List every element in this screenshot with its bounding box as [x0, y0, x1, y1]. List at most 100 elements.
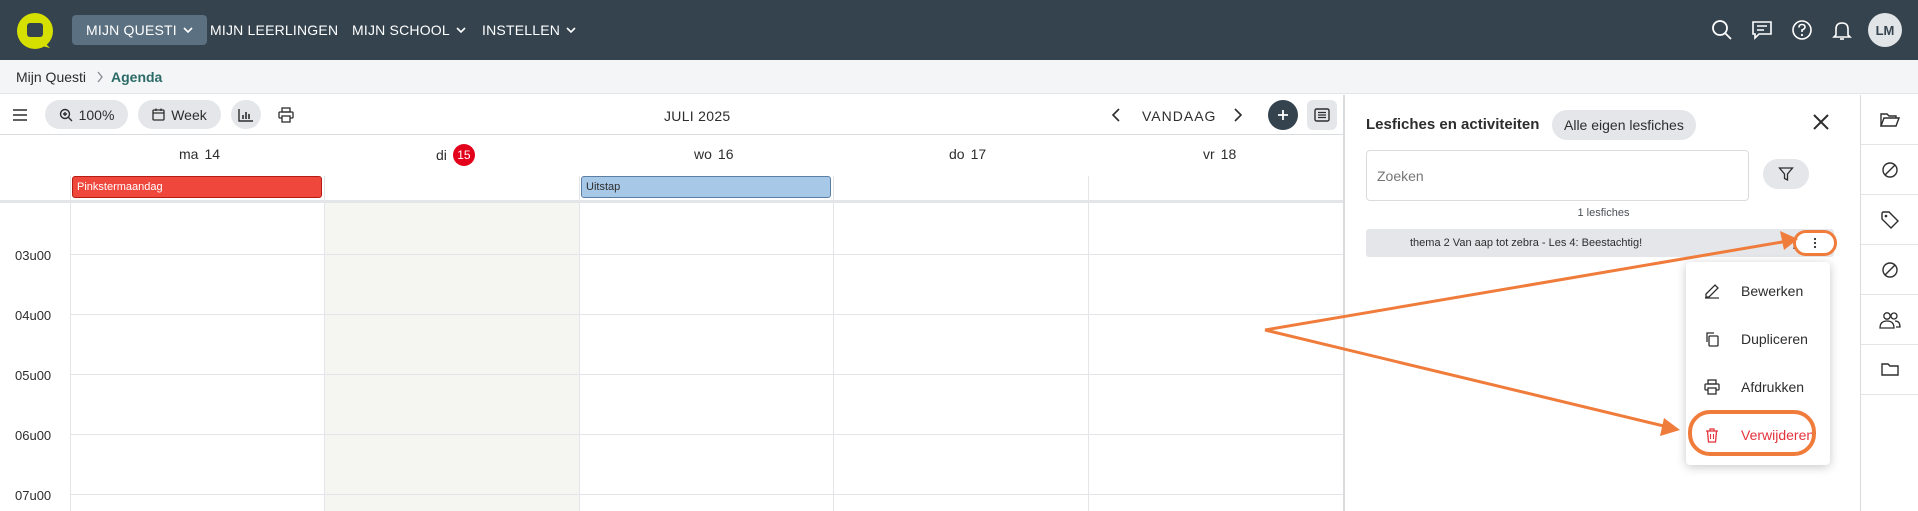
- copy-icon: [1706, 332, 1719, 347]
- filter-button[interactable]: [1763, 159, 1809, 189]
- breadcrumb-root[interactable]: Mijn Questi: [16, 69, 86, 85]
- folder-icon: [1881, 363, 1899, 376]
- day-header-di[interactable]: di 15: [436, 144, 475, 166]
- chevron-down-icon: [456, 27, 466, 33]
- nav-mijn-questi[interactable]: MIJN QUESTI: [72, 15, 207, 45]
- view-label: Week: [171, 106, 207, 123]
- search-icon[interactable]: [1709, 17, 1735, 43]
- nav-mijn-leerlingen[interactable]: MIJN LEERLINGEN: [196, 15, 352, 45]
- day-header-number: 17: [970, 146, 987, 162]
- calendar-toolbar: 100% Week JULI 2025 VANDAAG: [0, 95, 1343, 135]
- day-header-label: wo: [694, 146, 712, 162]
- help-icon[interactable]: [1789, 17, 1815, 43]
- rail-tag[interactable]: [1861, 195, 1918, 245]
- nav-mijn-school[interactable]: MIJN SCHOOL: [338, 15, 480, 45]
- event-uitstap[interactable]: Uitstap: [581, 176, 831, 198]
- hour-label: 06u00: [15, 428, 52, 443]
- hour-label: 03u00: [15, 248, 52, 263]
- add-button[interactable]: [1268, 100, 1298, 130]
- week-calendar: ma 14 di 15 wo 16 do 17 vr 18 Pinksterma…: [0, 136, 1343, 511]
- rail-users[interactable]: [1861, 295, 1918, 345]
- day-header-vr[interactable]: vr 18: [1203, 146, 1236, 162]
- chevron-left-icon[interactable]: [1111, 108, 1121, 122]
- user-avatar[interactable]: LM: [1868, 13, 1902, 47]
- view-button[interactable]: Week: [138, 100, 221, 129]
- hour-line: [70, 374, 1343, 375]
- column-divider: [70, 176, 71, 511]
- today-button[interactable]: VANDAAG: [1142, 108, 1216, 124]
- day-header-number: 18: [1220, 146, 1237, 162]
- rail-no-symbol-1[interactable]: [1861, 145, 1918, 195]
- rail-folder-open[interactable]: [1861, 95, 1918, 145]
- menu-item-edit[interactable]: Bewerken: [1686, 271, 1830, 311]
- no-symbol-icon: [1882, 161, 1898, 178]
- plus-icon: [1278, 110, 1288, 120]
- lesson-filter-chip[interactable]: Alle eigen lesfiches: [1552, 110, 1696, 140]
- rail-folder[interactable]: [1861, 345, 1918, 395]
- column-divider: [1088, 176, 1089, 511]
- hour-label: 07u00: [15, 488, 52, 503]
- nav-instellen[interactable]: INSTELLEN: [468, 15, 590, 45]
- more-vertical-icon: [1813, 237, 1817, 249]
- zoom-button[interactable]: 100%: [45, 100, 128, 129]
- hour-line: [70, 314, 1343, 315]
- day-header-label: ma: [179, 146, 199, 162]
- delete-highlight-ring: [1688, 410, 1816, 456]
- day-header-do[interactable]: do 17: [949, 146, 986, 162]
- column-divider: [579, 176, 580, 511]
- list-icon: [1314, 108, 1330, 122]
- filter-icon: [1778, 167, 1794, 182]
- lesson-item[interactable]: thema 2 Van aap tot zebra - Les 4: Beest…: [1366, 229, 1834, 257]
- menu-item-label: Dupliceren: [1741, 331, 1808, 347]
- print-icon[interactable]: [278, 107, 294, 123]
- questi-logo-icon[interactable]: [16, 12, 54, 50]
- chevron-down-icon: [183, 27, 193, 33]
- event-pinkstermaandag[interactable]: Pinkstermaandag: [72, 176, 322, 198]
- calendar-icon: [152, 108, 165, 121]
- today-column: [324, 203, 579, 511]
- menu-item-label: Afdrukken: [1741, 379, 1805, 395]
- search-input[interactable]: [1366, 150, 1749, 201]
- chevron-right-icon: [97, 71, 103, 83]
- breadcrumb: Mijn Questi Agenda: [0, 60, 1918, 94]
- lesson-count: 1 lesfiches: [1577, 207, 1630, 219]
- hour-line: [70, 434, 1343, 435]
- bell-icon[interactable]: [1829, 17, 1855, 43]
- panel-title: Lesfiches en activiteiten: [1366, 116, 1540, 133]
- statistics-button[interactable]: [231, 100, 261, 129]
- day-header-wo[interactable]: wo 16: [694, 146, 733, 162]
- edit-icon: [1705, 284, 1719, 299]
- zoom-label: 100%: [78, 106, 115, 123]
- users-icon: [1879, 311, 1901, 329]
- message-icon[interactable]: [1749, 17, 1775, 43]
- folder-open-icon: [1880, 112, 1900, 127]
- rail-no-symbol-2[interactable]: [1861, 245, 1918, 295]
- day-header-ma[interactable]: ma 14: [179, 146, 220, 162]
- menu-icon[interactable]: [12, 108, 28, 122]
- menu-item-label: Bewerken: [1741, 283, 1804, 299]
- today-badge: 15: [452, 144, 475, 166]
- current-month: JULI 2025: [664, 108, 731, 124]
- all-day-divider: [0, 200, 1343, 203]
- menu-item-print[interactable]: Afdrukken: [1686, 367, 1830, 407]
- list-view-button[interactable]: [1307, 100, 1337, 130]
- nav-instellen-label: INSTELLEN: [482, 22, 561, 38]
- hour-line: [70, 254, 1343, 255]
- column-divider: [324, 176, 325, 511]
- nav-mijn-questi-label: MIJN QUESTI: [86, 22, 177, 38]
- zoom-icon: [59, 108, 73, 121]
- column-divider: [833, 176, 834, 511]
- day-header-number: 14: [204, 146, 221, 162]
- no-symbol-icon: [1882, 261, 1898, 278]
- more-options-button[interactable]: [1793, 230, 1837, 256]
- right-rail: [1860, 95, 1918, 511]
- hour-label: 05u00: [15, 368, 52, 383]
- menu-item-duplicate[interactable]: Dupliceren: [1686, 319, 1830, 359]
- hour-label: 04u00: [15, 308, 52, 323]
- day-header-number: 16: [717, 146, 734, 162]
- close-icon[interactable]: [1812, 113, 1830, 131]
- chart-icon: [238, 108, 253, 122]
- chevron-down-icon: [566, 27, 576, 33]
- tag-icon: [1881, 210, 1899, 229]
- chevron-right-icon[interactable]: [1233, 108, 1243, 122]
